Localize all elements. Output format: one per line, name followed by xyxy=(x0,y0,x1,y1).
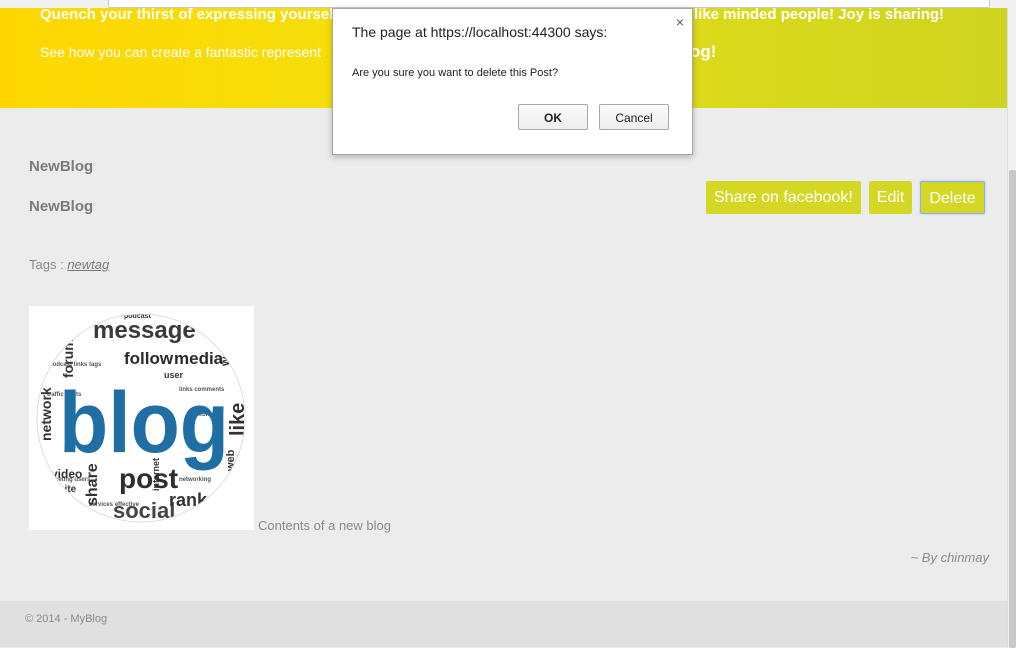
banner-subtext-right: og! xyxy=(690,42,717,61)
blog-image: podcast links tags traffic posts links c… xyxy=(29,306,254,530)
footer-copyright: © 2014 - MyBlog xyxy=(25,613,108,625)
word-internet: internet xyxy=(151,458,161,491)
word-rank: rank xyxy=(169,490,208,510)
scrollbar-thumb[interactable] xyxy=(1009,170,1016,648)
post-subtitle: NewBlog xyxy=(29,198,94,215)
word-like: like xyxy=(227,403,249,436)
post-author: ~ By chinmay xyxy=(910,550,989,565)
word-video: video xyxy=(51,467,82,481)
banner-tagline-left: Quench your thirst of expressing yoursel… xyxy=(40,6,343,23)
word-media: media xyxy=(174,349,224,368)
footer: © 2014 - MyBlog xyxy=(0,601,1007,647)
word-network: network xyxy=(38,387,54,441)
banner-tagline-right: like minded people! Joy is sharing! xyxy=(694,6,945,23)
word-blog: blog xyxy=(59,375,229,471)
cancel-button[interactable]: Cancel xyxy=(599,104,669,130)
edit-button[interactable]: Edit xyxy=(868,181,913,214)
blog-wordcloud-image: podcast links tags traffic posts links c… xyxy=(36,313,249,523)
post-tags: Tags : newtag xyxy=(29,257,109,272)
dialog-title: The page at https://localhost:44300 says… xyxy=(352,24,608,40)
svg-text:networking: networking xyxy=(179,477,211,483)
confirm-dialog: × The page at https://localhost:44300 sa… xyxy=(332,8,693,155)
page-scrollbar[interactable] xyxy=(1007,8,1016,648)
post-title: NewBlog xyxy=(29,158,94,175)
tag-link[interactable]: newtag xyxy=(67,257,109,272)
post-content: Contents of a new blog xyxy=(258,518,391,533)
word-message: message xyxy=(93,317,196,344)
word-user: user xyxy=(164,370,184,380)
tags-label: Tags : xyxy=(29,257,64,272)
word-web: web xyxy=(225,449,237,472)
word-share: share xyxy=(84,463,101,506)
dialog-message: Are you sure you want to delete this Pos… xyxy=(352,67,559,79)
close-icon[interactable]: × xyxy=(676,14,684,30)
post-actions: Share on facebook! Edit Delete xyxy=(706,181,985,214)
delete-button[interactable]: Delete xyxy=(920,181,985,214)
banner-subtext-left: See how you can create a fantastic repre… xyxy=(40,44,321,60)
ok-button[interactable]: OK xyxy=(518,104,588,130)
word-follow: follow xyxy=(124,349,174,368)
share-facebook-button[interactable]: Share on facebook! xyxy=(706,181,861,214)
